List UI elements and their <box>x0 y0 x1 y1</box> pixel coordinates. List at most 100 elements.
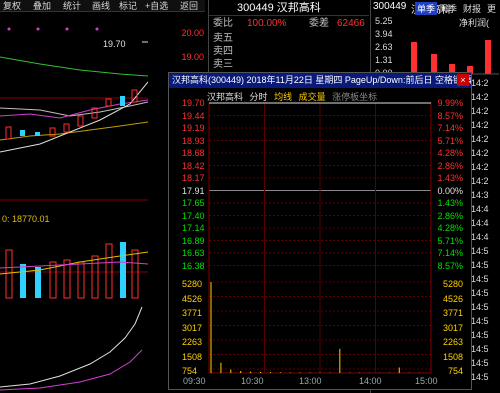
pct-label: 8.57% <box>437 260 463 271</box>
time-label: 09:30 <box>183 376 206 386</box>
volume-axis-label: 754 <box>182 366 198 376</box>
weicha-value: 62466 <box>337 18 365 29</box>
menu-back[interactable]: 返回 <box>180 0 198 12</box>
quote-code: 300449 <box>237 2 274 14</box>
net-profit-chart <box>401 40 499 75</box>
menu-fuquan[interactable]: 复权 <box>3 0 21 12</box>
menu-tongji[interactable]: 统计 <box>63 0 81 12</box>
kline-price-label: 19.70 <box>103 39 126 49</box>
volume-label: 0: 18770.01 <box>2 214 50 224</box>
price-label: 19.19 <box>182 123 205 133</box>
menu-huaxian[interactable]: 画线 <box>92 0 110 12</box>
volume-axis-label: 2263 <box>182 337 203 347</box>
time-label: 13:00 <box>299 376 322 386</box>
pct-label: 7.14% <box>437 123 463 133</box>
volume-axis-label: 3771 <box>182 308 203 318</box>
pct-label: 5.71% <box>437 235 463 246</box>
pct-label: 9.99% <box>437 98 463 108</box>
pct-label: 7.14% <box>437 248 463 258</box>
volume-axis-label-right: 3017 <box>442 322 463 333</box>
quote-panel: 300449 汉邦高科 委比 100.00% 委差 62466 卖五 卖四 卖三 <box>208 0 369 74</box>
trade-time: 14:5 <box>471 302 489 312</box>
menu-biaoji[interactable]: 标记 <box>119 0 137 12</box>
popup-close-button[interactable]: × <box>457 74 469 86</box>
sell-5-label: 卖五 <box>213 33 233 44</box>
trade-time: 14:2 <box>471 134 489 144</box>
trade-time: 14:4 <box>471 204 489 214</box>
intraday-popup-window[interactable]: 汉邦高科(300449) 2018年11月22日 星期四 PageUp/Down… <box>168 72 472 390</box>
trade-time: 14:2 <box>471 162 489 172</box>
volume-axis-label-right: 2263 <box>442 337 463 347</box>
price-label: 17.40 <box>182 210 205 221</box>
intraday-chart[interactable] <box>169 88 471 390</box>
trade-time: 14:4 <box>471 218 489 228</box>
trade-time: 14:5 <box>471 274 489 284</box>
volume-axis-label-right: 5280 <box>442 279 463 289</box>
trade-time: 14:2 <box>471 120 489 130</box>
time-label: 14:00 <box>359 376 382 386</box>
trade-time: 14:5 <box>471 260 489 270</box>
pct-label: 4.28% <box>437 223 463 233</box>
np-val-0: 5.25 <box>375 16 393 26</box>
price-label: 16.89 <box>182 235 205 246</box>
price-label: 18.42 <box>182 160 205 171</box>
menu-add-favorite[interactable]: +自选 <box>145 0 168 12</box>
axis-price-1: 19.00 <box>181 52 204 62</box>
top-menu-bar: 复权 叠加 统计 画线 标记 +自选 返回 <box>0 0 205 12</box>
price-label: 17.91 <box>182 185 205 196</box>
volume-axis-label-right: 4526 <box>442 293 463 304</box>
price-label: 19.44 <box>182 110 205 121</box>
pct-label: 2.86% <box>437 160 463 171</box>
trade-time: 14:5 <box>471 344 489 354</box>
trade-time: 14:5 <box>471 358 489 368</box>
price-label: 17.14 <box>182 223 205 233</box>
price-label: 19.70 <box>182 98 205 108</box>
trade-time: 14:5 <box>471 246 489 256</box>
pct-label: 4.28% <box>437 148 463 158</box>
price-label: 18.93 <box>182 135 205 146</box>
axis-price-0: 20.00 <box>181 28 204 38</box>
sell-4-label: 卖四 <box>213 46 233 57</box>
volume-axis-label: 1508 <box>182 351 203 362</box>
pct-label: 2.86% <box>437 210 463 221</box>
np-val-1: 3.94 <box>375 29 393 39</box>
time-label: 15:00 <box>415 376 438 386</box>
trade-time: 14:4 <box>471 232 489 242</box>
weicha-label: 委差 <box>309 18 329 29</box>
weibi-label: 委比 <box>213 18 233 29</box>
volume-axis-label: 5280 <box>182 279 203 289</box>
trade-time: 14:2 <box>471 148 489 158</box>
time-label: 10:30 <box>241 376 264 386</box>
kline-chart[interactable]: 19.70 0: 18770.01 <box>0 12 148 392</box>
menu-diejia[interactable]: 叠加 <box>33 0 51 12</box>
quote-name: 汉邦高科 <box>276 2 321 14</box>
price-label: 18.68 <box>182 148 205 158</box>
pct-label: 5.71% <box>437 135 463 146</box>
volume-axis-label-right: 3771 <box>442 308 463 318</box>
weibi-value: 100.00% <box>247 18 287 29</box>
price-label: 17.65 <box>182 198 205 208</box>
trade-time: 14:2 <box>471 78 489 88</box>
pct-label: 0.00% <box>437 185 463 196</box>
trade-time: 14:5 <box>471 316 489 326</box>
volume-axis-label-right: 754 <box>447 366 463 376</box>
price-label: 16.38 <box>182 260 205 271</box>
trade-time: 14:5 <box>471 330 489 340</box>
trade-time: 14:5 <box>471 288 489 298</box>
quote-header: 300449 汉邦高科 <box>209 0 369 16</box>
pct-label: 1.43% <box>437 198 463 208</box>
trade-time: 14:2 <box>471 176 489 186</box>
pct-label: 1.43% <box>437 173 463 183</box>
volume-axis-label-right: 1508 <box>442 351 463 362</box>
pct-label: 8.57% <box>437 110 463 121</box>
np-val-2: 2.63 <box>375 42 393 52</box>
trade-time: 14:5 <box>471 372 489 382</box>
trade-time: 14:3 <box>471 190 489 200</box>
np-val-3: 1.31 <box>375 55 393 65</box>
price-label: 18.17 <box>182 173 205 183</box>
popup-title[interactable]: 汉邦高科(300449) 2018年11月22日 星期四 PageUp/Down… <box>169 73 471 88</box>
trade-time: 14:2 <box>471 92 489 102</box>
volume-axis-label: 3017 <box>182 322 203 333</box>
price-label: 16.63 <box>182 248 205 258</box>
trade-time: 14:2 <box>471 106 489 116</box>
